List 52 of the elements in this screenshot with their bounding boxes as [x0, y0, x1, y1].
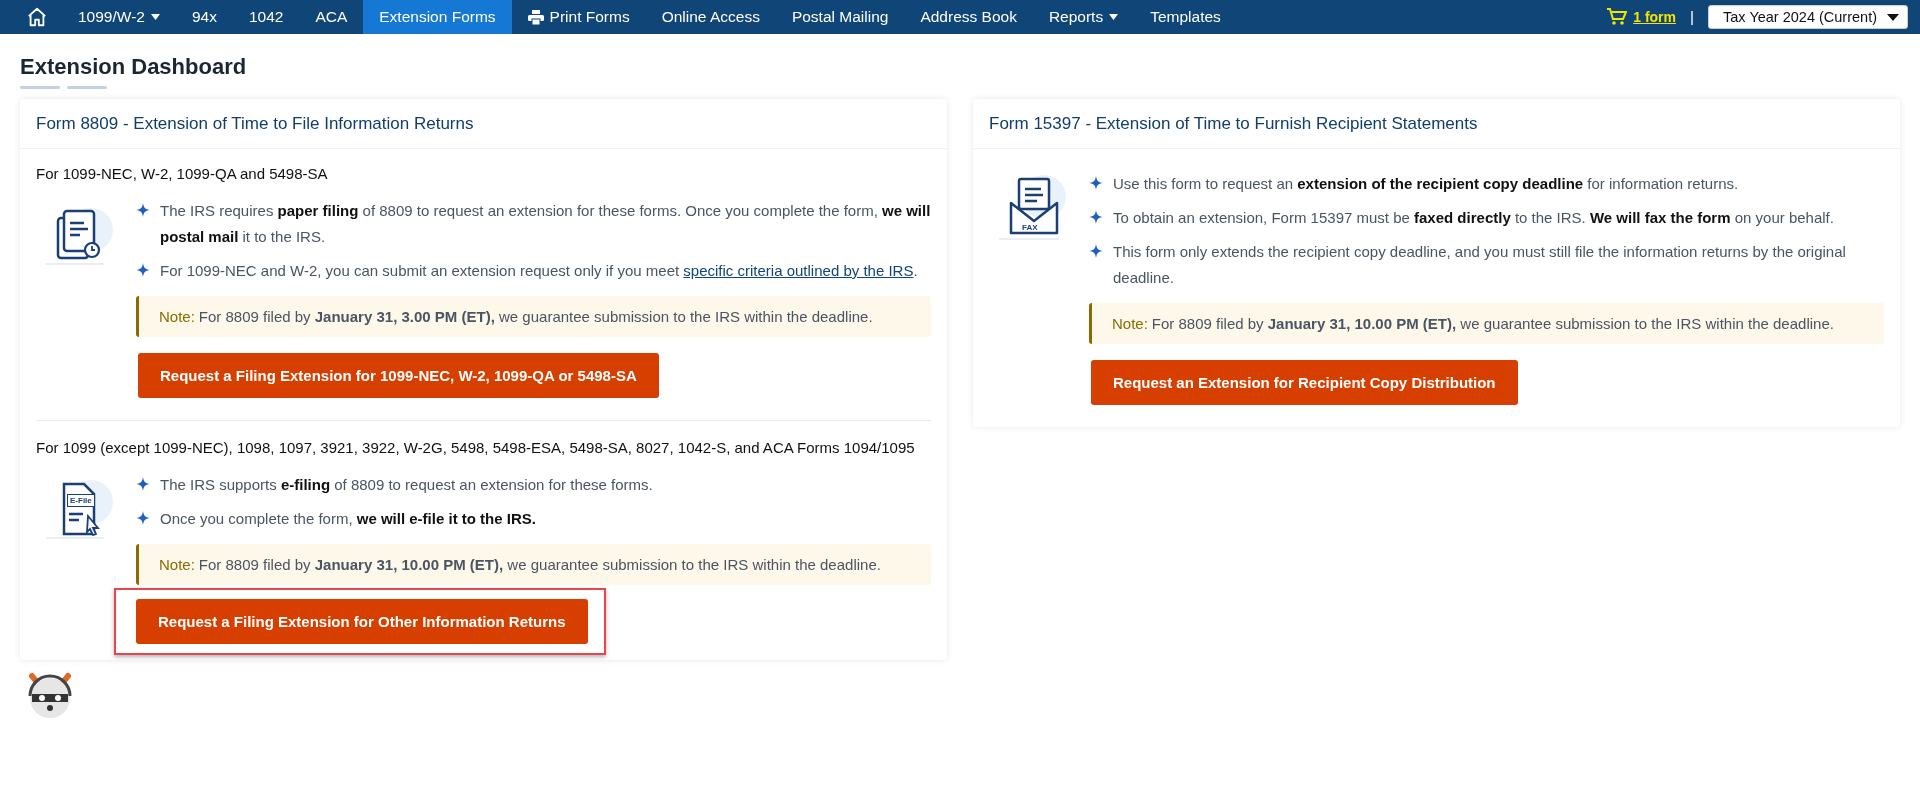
bullet-text: The IRS requires paper filing of 8809 to request an extension for these forms. Once you complete the form, we will postal mail it to the IRS. [160, 201, 931, 247]
caret-icon [1109, 14, 1119, 20]
sparkle-icon [1089, 210, 1103, 224]
page-title: Extension Dashboard [20, 54, 247, 80]
nav-link[interactable]: Postal Mailing [775, 0, 905, 34]
note-label: Note: [159, 556, 195, 573]
card-title: Form 15397 - Extension of Time to Furnish Recipient Statements [973, 99, 1900, 149]
nav-link[interactable]: 94x [175, 0, 233, 34]
note-label: Note: [159, 308, 195, 325]
home-icon [26, 6, 48, 28]
note-text: For 8809 filed by January 31, 3.00 PM (ET), we guarantee submission to the IRS within the deadline. [198, 308, 873, 325]
section-heading: For 1099 (except 1099-NEC), 1098, 1097, 3921, 3922, W-2G, 5498, 5498-ESA, 5498-SA, 8027, 1042-S, and ACA Forms 1094/1095 [36, 439, 916, 456]
bullet-text: For 1099-NEC and W-2, you can submit an extension request only if you meet [160, 262, 680, 279]
cart-icon[interactable] [1607, 8, 1628, 26]
separator: | [1690, 8, 1695, 26]
bullet-text: To obtain an extension, Form 15397 must be faxed directly to the IRS. We will fax the form on your behalf. [1113, 208, 1834, 228]
nav-menu[interactable]: Reports [1032, 0, 1135, 34]
icon-label: E-File [67, 494, 95, 507]
note-text: For 8809 filed by January 31, 10.00 PM (ET), we guarantee submission to the IRS within the deadline. [198, 556, 881, 573]
note-text: For 8809 filed by January 31, 10.00 PM (ET), we guarantee submission to the IRS within the deadline. [1151, 315, 1834, 332]
sparkle-icon [1089, 244, 1103, 258]
sparkle-icon [136, 477, 150, 491]
request-button[interactable]: Request an Extension for Recipient Copy Distribution [1091, 360, 1518, 405]
card-title: Form 8809 - Extension of Time to File Information Returns [20, 99, 947, 149]
note-label: Note: [1112, 315, 1148, 332]
nav-link[interactable]: ACA [299, 0, 364, 34]
bullet-text: Once you complete the form, we will e-file it to the IRS. [160, 509, 536, 529]
section-heading: For 1099-NEC, W-2, 1099-QA and 5498-SA [36, 165, 329, 182]
sparkle-icon [136, 263, 150, 277]
bullet-text: This form only extends the recipient copy deadline, and you must still file the information returns by the original deadline. [1113, 242, 1847, 288]
nav-menu[interactable]: 1099/W-2 [62, 0, 176, 34]
criteria-link[interactable]: specific criteria outlined by the IRS [683, 262, 914, 279]
nav-link[interactable]: Print Forms [511, 0, 646, 34]
bullet-text: . [913, 262, 918, 279]
bullet-text: Use this form to request an extension of the recipient copy deadline for information returns. [1113, 174, 1739, 194]
cart-link[interactable]: 1 form [1633, 9, 1676, 25]
request-button[interactable]: Request a Filing Extension for Other Information Returns [136, 599, 588, 644]
request-button[interactable]: Request a Filing Extension for 1099-NEC, W-2, 1099-QA or 5498-SA [138, 353, 659, 398]
printer-icon [527, 9, 544, 25]
sparkle-icon [1089, 176, 1103, 190]
nav-link[interactable]: Extension Forms [363, 0, 512, 34]
caret-icon [150, 14, 160, 20]
icon-label: FAX [1022, 223, 1038, 232]
sparkle-icon [136, 511, 150, 525]
bullet-text: The IRS supports e-filing of 8809 to request an extension for these forms. [160, 475, 653, 495]
nav-link[interactable]: 1042 [232, 0, 300, 34]
sparkle-icon [136, 203, 150, 217]
nav-link[interactable]: Address Book [904, 0, 1033, 34]
nav-link[interactable]: Templates [1134, 0, 1237, 34]
caret-icon [1887, 13, 1899, 21]
nav-link[interactable]: Online Access [645, 0, 776, 34]
tax-year-select[interactable]: Tax Year 2024 (Current) [1708, 5, 1908, 29]
